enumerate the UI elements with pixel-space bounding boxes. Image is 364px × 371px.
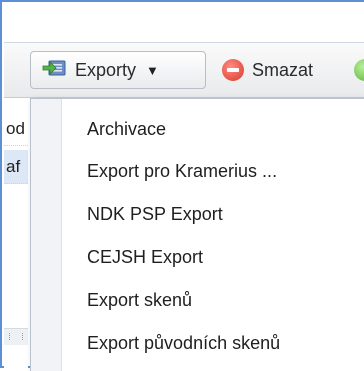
delete-icon xyxy=(222,59,244,81)
menu-icon-gutter xyxy=(31,99,62,371)
delete-button-label: Smazat xyxy=(252,59,314,80)
scroll-grip-icon xyxy=(9,333,23,340)
menu-item-ndk-psp-export[interactable]: NDK PSP Export xyxy=(87,199,223,229)
table-row-selected[interactable]: af xyxy=(4,150,28,184)
horizontal-scrollbar[interactable] xyxy=(4,328,28,345)
green-circle-icon xyxy=(354,59,364,81)
table-row[interactable]: od xyxy=(4,112,28,146)
table-cell: af xyxy=(6,157,21,176)
menu-item-archivace[interactable]: Archivace xyxy=(87,114,166,144)
menu-item-export-kramerius[interactable]: Export pro Kramerius ... xyxy=(87,156,277,186)
next-toolbar-button[interactable] xyxy=(354,51,364,89)
data-grid: od af xyxy=(4,98,28,368)
menu-item-export-skenu[interactable]: Export skenů xyxy=(87,285,192,315)
export-button-label: Exporty xyxy=(75,59,137,80)
title-area xyxy=(4,4,364,43)
toolbar: Exporty ▼ Smazat xyxy=(4,43,364,98)
menu-item-export-puvodnich-skenu[interactable]: Export původních skenů xyxy=(87,328,280,358)
app-window: Exporty ▼ Smazat od af Archivace Export … xyxy=(0,0,364,371)
delete-button[interactable]: Smazat xyxy=(218,51,317,89)
chevron-down-icon: ▼ xyxy=(146,62,159,78)
export-menu-button[interactable]: Exporty ▼ xyxy=(30,51,206,89)
menu-item-cejsh-export[interactable]: CEJSH Export xyxy=(87,242,203,272)
export-dropdown-menu: Archivace Export pro Kramerius ... NDK P… xyxy=(30,98,364,371)
export-icon xyxy=(41,57,67,84)
table-cell: od xyxy=(6,119,25,138)
